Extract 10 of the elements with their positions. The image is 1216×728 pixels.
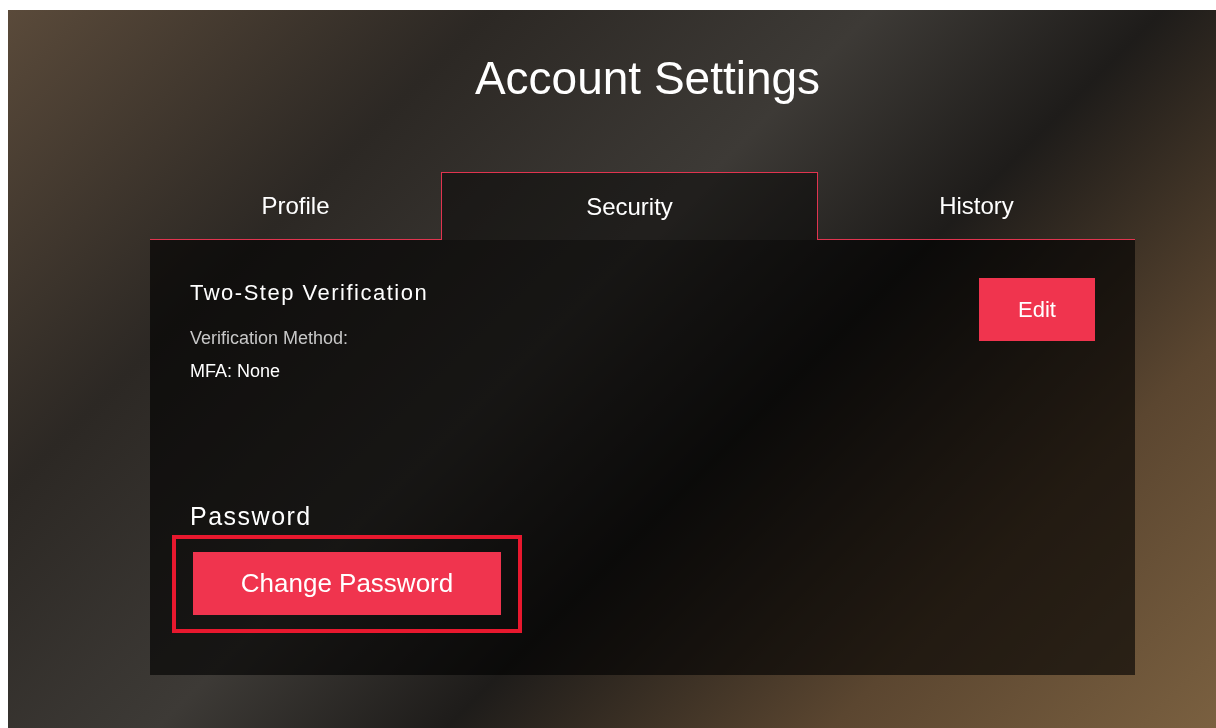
page-title: Account Settings	[474, 52, 821, 104]
tab[interactable]: Profile	[150, 172, 441, 240]
field-label: Verification Method:	[190, 328, 350, 349]
edit-button[interactable]: Edit	[979, 278, 1095, 341]
change-password-button[interactable]: Change Password	[193, 552, 501, 615]
section-heading: Two-Step Verification	[190, 280, 429, 306]
field-value: MFA: None	[190, 361, 282, 382]
section-heading: Password	[190, 502, 313, 531]
tab[interactable]: History	[818, 172, 1135, 240]
tab[interactable]: Security	[441, 172, 818, 240]
